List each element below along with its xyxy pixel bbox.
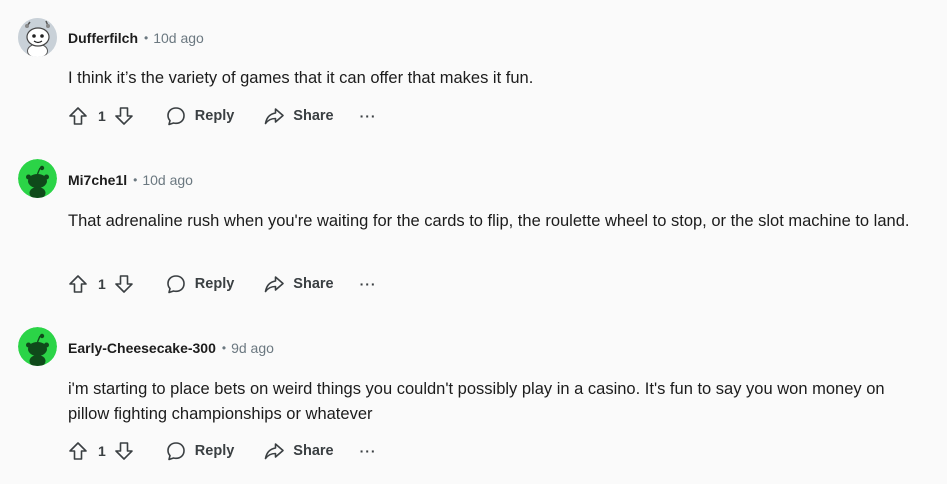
avatar[interactable] [18, 159, 57, 198]
vote-group: 1 [66, 439, 136, 463]
username[interactable]: Early-Cheesecake-300 [68, 340, 216, 356]
downvote-icon[interactable] [112, 272, 136, 296]
comment-actions: 1 Reply Share ··· [66, 272, 377, 296]
timestamp[interactable]: 10d ago [153, 30, 204, 46]
more-options-button[interactable]: ··· [360, 443, 377, 459]
separator-dot: • [144, 31, 149, 45]
share-label: Share [293, 276, 334, 292]
comment-meta: Dufferfilch • 10d ago [68, 30, 204, 46]
upvote-icon[interactable] [66, 272, 90, 296]
comment-body: i'm starting to place bets on weird thin… [68, 380, 885, 423]
share-icon [262, 104, 286, 128]
separator-dot: • [221, 341, 227, 355]
comment-bubble-icon [164, 439, 188, 463]
share-button[interactable]: Share [262, 272, 334, 296]
upvote-icon[interactable] [66, 439, 90, 463]
snoo-astronaut-avatar-icon [18, 18, 57, 57]
separator-dot: • [133, 173, 138, 187]
reply-button[interactable]: Reply [164, 439, 235, 463]
comment-meta: Early-Cheesecake-300 • 9d ago [68, 340, 274, 356]
share-label: Share [293, 108, 334, 124]
comment-body: That adrenaline rush when you're waiting… [68, 212, 910, 230]
snoo-green-avatar-icon [18, 327, 57, 366]
more-options-button[interactable]: ··· [360, 276, 377, 292]
vote-group: 1 [66, 272, 136, 296]
comment-bubble-icon [164, 104, 188, 128]
reply-label: Reply [194, 108, 235, 124]
downvote-icon[interactable] [112, 439, 136, 463]
comment-meta: Mi7che1l • 10d ago [68, 172, 193, 188]
share-label: Share [293, 443, 334, 459]
upvote-icon[interactable] [66, 104, 90, 128]
more-options-button[interactable]: ··· [360, 108, 377, 124]
timestamp[interactable]: 10d ago [142, 172, 193, 188]
comment-actions: 1 Reply Share ··· [66, 439, 377, 463]
downvote-icon[interactable] [112, 104, 136, 128]
share-button[interactable]: Share [262, 439, 334, 463]
reply-button[interactable]: Reply [164, 272, 235, 296]
vote-group: 1 [66, 104, 136, 128]
avatar[interactable] [18, 327, 57, 366]
vote-count: 1 [98, 108, 106, 124]
comment-body: I think it’s the variety of games that i… [68, 69, 534, 87]
comment-bubble-icon [164, 272, 188, 296]
share-icon [262, 272, 286, 296]
vote-count: 1 [98, 443, 106, 459]
timestamp[interactable]: 9d ago [231, 340, 274, 356]
username[interactable]: Dufferfilch [68, 30, 138, 46]
reply-label: Reply [194, 443, 235, 459]
vote-count: 1 [98, 276, 106, 292]
snoo-green-avatar-icon [18, 159, 57, 198]
avatar[interactable] [18, 18, 57, 57]
username[interactable]: Mi7che1l [68, 172, 127, 188]
share-button[interactable]: Share [262, 104, 334, 128]
reply-button[interactable]: Reply [164, 104, 235, 128]
comment-actions: 1 Reply Share ··· [66, 104, 377, 128]
share-icon [262, 439, 286, 463]
reply-label: Reply [194, 276, 235, 292]
